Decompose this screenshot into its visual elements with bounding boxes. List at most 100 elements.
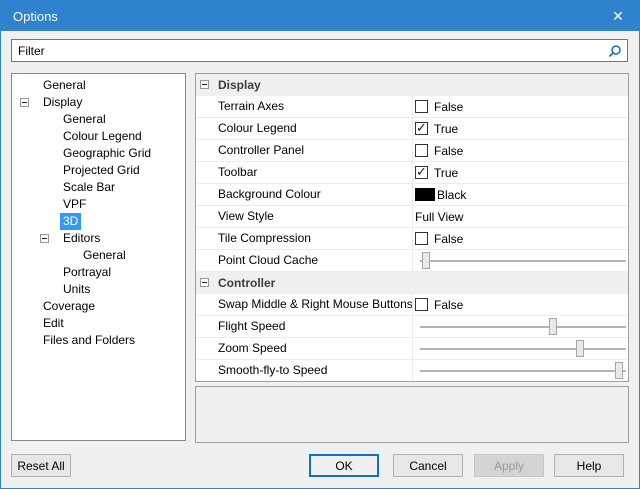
search-icon[interactable] (605, 41, 625, 61)
property-value (413, 316, 628, 338)
checkbox-checked-icon[interactable] (415, 166, 428, 179)
property-label: Point Cloud Cache (196, 250, 413, 272)
tree-item-label: Portrayal (60, 264, 114, 281)
property-row-tile-compression[interactable]: Tile CompressionFalse (196, 228, 628, 250)
tree-collapse-icon[interactable] (40, 234, 49, 243)
property-row-point-cloud-cache[interactable]: Point Cloud Cache (196, 250, 628, 272)
tree-item-edit[interactable]: Edit (12, 315, 185, 332)
checkbox-unchecked-icon[interactable] (415, 232, 428, 245)
checkbox-checked-icon[interactable] (415, 122, 428, 135)
property-row-controller-panel[interactable]: Controller Panel False (196, 140, 628, 162)
bool-value-text: True (434, 166, 458, 180)
slider[interactable] (420, 362, 626, 380)
ok-button[interactable]: OK (309, 454, 379, 477)
tree-item-scale-bar[interactable]: Scale Bar (12, 179, 185, 196)
checkbox-unchecked-icon[interactable] (415, 144, 428, 157)
property-row-smooth-fly-to-speed[interactable]: Smooth-fly-to Speed (196, 360, 628, 382)
slider-track[interactable] (420, 348, 626, 350)
slider-thumb[interactable] (576, 340, 584, 357)
slider[interactable] (420, 340, 626, 358)
tree-item-label: General (40, 77, 89, 94)
tree-item-label: VPF (60, 196, 89, 213)
property-row-colour-legend[interactable]: Colour Legend True (196, 118, 628, 140)
tree-item-label: Geographic Grid (60, 145, 154, 162)
tree-item-general[interactable]: General (12, 247, 185, 264)
tree-item-label: General (60, 111, 109, 128)
tree-item-label: Coverage (40, 298, 98, 315)
tree-item-label: Editors (60, 230, 103, 247)
color-swatch[interactable] (415, 188, 435, 201)
tree-item-portrayal[interactable]: Portrayal (12, 264, 185, 281)
section-controller: Controller (196, 272, 628, 294)
title-bar: Options ✕ (1, 1, 639, 31)
tree-item-general[interactable]: General (12, 111, 185, 128)
property-row-terrain-axes[interactable]: Terrain AxesFalse (196, 96, 628, 118)
property-label: Zoom Speed (196, 338, 413, 360)
section-display: Display (196, 74, 628, 96)
property-row-background-colour[interactable]: Background ColourBlack (196, 184, 628, 206)
bool-value-text: False (434, 232, 463, 246)
tree-item-units[interactable]: Units (12, 281, 185, 298)
tree-item-general[interactable]: General (12, 77, 185, 94)
property-row-flight-speed[interactable]: Flight Speed (196, 316, 628, 338)
tree-item-label: Units (60, 281, 93, 298)
tree-item-label: Colour Legend (60, 128, 145, 145)
options-dialog: Options ✕ GeneralDisplayGeneralColour Le… (0, 0, 640, 489)
property-value: False (413, 294, 628, 316)
reset-all-button[interactable]: Reset All (11, 454, 71, 477)
property-row-view-style[interactable]: View StyleFull View (196, 206, 628, 228)
property-label: Terrain Axes (196, 96, 413, 118)
slider-thumb[interactable] (549, 318, 557, 335)
property-value: False (413, 228, 628, 250)
slider-thumb[interactable] (615, 362, 623, 379)
property-label: Smooth-fly-to Speed (196, 360, 413, 382)
property-label: View Style (196, 206, 413, 228)
property-label: Toolbar (196, 162, 413, 184)
slider-track[interactable] (420, 260, 626, 262)
filter-input[interactable] (12, 44, 605, 58)
tree-item-label: Display (40, 94, 85, 111)
property-row-toolbar[interactable]: Toolbar True (196, 162, 628, 184)
tree-collapse-icon[interactable] (20, 98, 29, 107)
property-label: Colour Legend (196, 118, 413, 140)
property-label: Background Colour (196, 184, 413, 206)
property-label: Controller Panel (196, 140, 413, 162)
tree-item-coverage[interactable]: Coverage (12, 298, 185, 315)
section-collapse-icon[interactable] (200, 278, 209, 287)
tree-item-geographic-grid[interactable]: Geographic Grid (12, 145, 185, 162)
description-panel (195, 386, 629, 443)
close-icon[interactable]: ✕ (597, 1, 639, 31)
property-grid: DisplayTerrain AxesFalseColour LegendTru… (195, 73, 629, 382)
help-button[interactable]: Help (554, 454, 624, 477)
bool-value-text: True (434, 122, 458, 136)
section-collapse-icon[interactable] (200, 80, 209, 89)
checkbox-unchecked-icon[interactable] (415, 100, 428, 113)
tree-item-vpf[interactable]: VPF (12, 196, 185, 213)
slider[interactable] (420, 252, 626, 270)
tree-item-3d[interactable]: 3D (12, 213, 185, 230)
tree-item-colour-legend[interactable]: Colour Legend (12, 128, 185, 145)
tree-item-display[interactable]: Display (12, 94, 185, 111)
apply-button: Apply (474, 454, 544, 477)
tree-item-label: Scale Bar (60, 179, 118, 196)
slider-track[interactable] (420, 370, 626, 372)
text-value[interactable]: Full View (415, 210, 463, 224)
checkbox-unchecked-icon[interactable] (415, 298, 428, 311)
slider-thumb[interactable] (422, 252, 430, 269)
property-label: Swap Middle & Right Mouse Buttons (196, 294, 413, 316)
cancel-button[interactable]: Cancel (393, 454, 463, 477)
property-row-zoom-speed[interactable]: Zoom Speed (196, 338, 628, 360)
property-value: Black (413, 184, 628, 206)
filter-field (11, 39, 628, 62)
tree-item-label: Edit (40, 315, 67, 332)
tree-item-projected-grid[interactable]: Projected Grid (12, 162, 185, 179)
tree-item-files-and-folders[interactable]: Files and Folders (12, 332, 185, 349)
slider-track[interactable] (420, 326, 626, 328)
tree-item-label: 3D (60, 213, 81, 230)
tree-item-editors[interactable]: Editors (12, 230, 185, 247)
property-value (413, 250, 628, 272)
bool-value-text: False (434, 144, 463, 158)
slider[interactable] (420, 318, 626, 336)
property-row-swap-middle-right-mouse-buttons[interactable]: Swap Middle & Right Mouse ButtonsFalse (196, 294, 628, 316)
category-tree: GeneralDisplayGeneralColour LegendGeogra… (11, 73, 186, 441)
